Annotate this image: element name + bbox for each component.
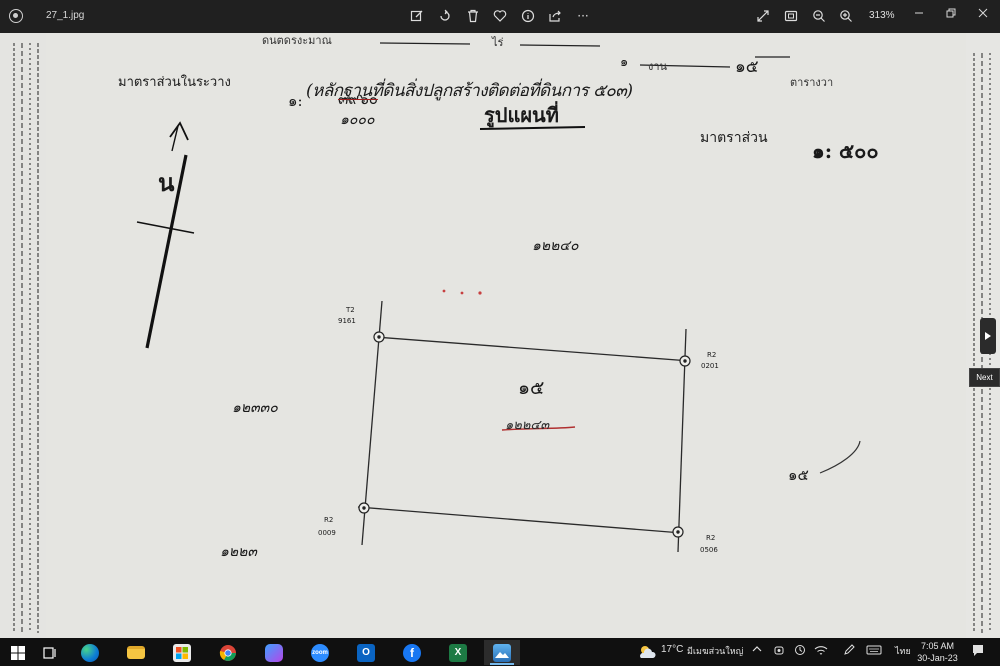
fullscreen-icon[interactable]: [752, 5, 774, 27]
favorite-icon[interactable]: [489, 5, 511, 27]
zoom-level[interactable]: 313%: [869, 10, 895, 21]
weather-text[interactable]: มีเมฆส่วนใหญ่: [687, 644, 743, 658]
system-clock[interactable]: 7:05 AM 30-Jan-23: [915, 640, 960, 664]
scale-between-prefix: ๑:: [288, 92, 303, 110]
scale-value: ๑: ๕๐๐: [812, 139, 879, 163]
clock-date: 30-Jan-23: [917, 653, 958, 663]
zoom-in-icon[interactable]: [835, 5, 857, 27]
marker-bottom-left-num: 0009: [318, 529, 336, 537]
file-explorer-icon[interactable]: [118, 640, 154, 665]
keyboard-icon[interactable]: [866, 644, 882, 659]
edge-icon[interactable]: [72, 640, 108, 665]
marker-top-left-num: 9161: [338, 317, 356, 325]
notification-icon[interactable]: [971, 643, 985, 660]
image-canvas[interactable]: ดนตดรงะมาณ ไร่ ๑ งาน ๑๕ ตารางวา (หลักฐาน…: [0, 33, 1000, 638]
delete-icon[interactable]: [462, 5, 484, 27]
scale-between-old: ๓๙๖๐: [338, 90, 378, 108]
parcel-south-number: ๑๒๒๓: [220, 544, 257, 560]
chevron-up-icon[interactable]: [752, 644, 762, 657]
windows-taskbar: zoom O f X 17°C มีเมฆส่วนใหญ่ ไทย 7:05 A…: [0, 638, 1000, 666]
parcel-west-number: ๑๒๓๓๐: [232, 400, 278, 416]
excel-icon[interactable]: X: [440, 640, 476, 665]
wifi-icon[interactable]: [814, 644, 828, 659]
header-rai-unit: ไร่: [492, 36, 504, 49]
header-ngan-unit: งาน: [648, 60, 668, 73]
zoom-out-icon[interactable]: [808, 5, 830, 27]
scale-label: มาตราส่วน: [700, 130, 768, 146]
restore-button[interactable]: [936, 2, 966, 24]
next-tooltip: Next: [969, 368, 1000, 387]
marker-bottom-right-num: 0506: [700, 546, 718, 554]
rotate-icon[interactable]: [434, 5, 456, 27]
minimize-button[interactable]: [904, 2, 934, 24]
plot-number: ๑๕: [518, 377, 545, 399]
edit-icon[interactable]: [406, 5, 428, 27]
parcel-east-number: ๑๕: [788, 466, 809, 484]
scale-between-new: ๑๐๐๐: [340, 112, 375, 128]
north-letter: น: [158, 168, 175, 197]
marker-top-right-num: 0201: [701, 362, 719, 370]
next-image-button[interactable]: [980, 318, 996, 354]
scale-between-label: มาตราส่วนในระวาง: [118, 75, 231, 90]
facebook-icon[interactable]: f: [394, 640, 430, 665]
more-icon[interactable]: ···: [572, 5, 594, 27]
marker-top-right-code: R2: [707, 351, 717, 359]
header-area-text: ดนตดรงะมาณ: [262, 34, 332, 47]
clock-time: 7:05 AM: [920, 641, 955, 651]
copilot-icon[interactable]: [256, 640, 292, 665]
weather-icon[interactable]: [637, 643, 657, 665]
map-title: รูปแผนที่: [484, 103, 559, 127]
store-icon[interactable]: [164, 640, 200, 665]
marker-top-left-code: T2: [346, 306, 355, 314]
close-button[interactable]: [968, 2, 998, 24]
fit-icon[interactable]: [780, 5, 802, 27]
windows-start-icon[interactable]: [0, 640, 36, 665]
chrome-icon[interactable]: [210, 640, 246, 665]
share-icon[interactable]: [544, 5, 566, 27]
marker-bottom-right-code: R2: [706, 534, 716, 542]
header-ngan-value: ๑: [620, 55, 629, 70]
task-view-icon[interactable]: [32, 640, 68, 665]
plot-parcel-number: ๑๒๒๔๓: [505, 418, 550, 433]
chevron-right-icon: [985, 332, 991, 340]
weather-temp[interactable]: 17°C: [661, 644, 683, 655]
meet-now-icon[interactable]: [773, 644, 785, 659]
info-icon[interactable]: [517, 5, 539, 27]
parcel-north-number: ๑๒๒๔๐: [532, 238, 579, 254]
marker-bottom-left-code: R2: [324, 516, 334, 524]
pen-icon[interactable]: [843, 644, 855, 659]
input-language[interactable]: ไทย: [895, 644, 911, 658]
onedrive-icon[interactable]: [793, 644, 807, 659]
header-wa-value: ๑๕: [735, 57, 759, 77]
photos-icon[interactable]: [484, 640, 520, 665]
header-wa-unit: ตารางวา: [790, 76, 834, 89]
viewer-title-bar: 27_1.jpg ··· 313%: [0, 0, 1000, 33]
file-name: 27_1.jpg: [46, 10, 85, 21]
outlook-icon[interactable]: O: [348, 640, 384, 665]
photos-app-icon: [9, 9, 23, 23]
zoom-app-icon[interactable]: zoom: [302, 640, 338, 665]
